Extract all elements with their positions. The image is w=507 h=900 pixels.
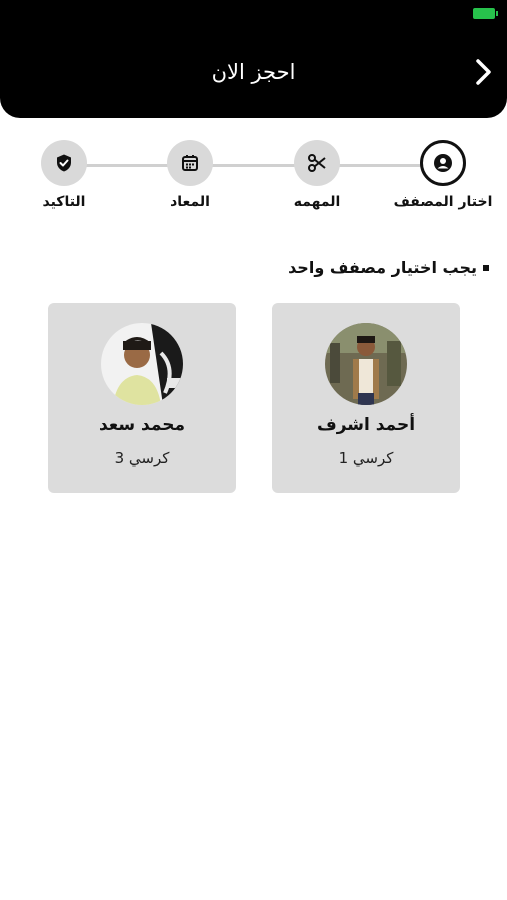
step-appointment[interactable]: المعاد <box>140 140 240 210</box>
barber-card[interactable]: محمد سعد كرسي 3 <box>48 303 236 493</box>
step-choose-barber[interactable]: اختار المصفف <box>393 140 493 210</box>
step-confirm[interactable]: التاكيد <box>14 140 114 210</box>
person-icon <box>434 154 452 172</box>
page-title: احجز الان <box>211 60 296 84</box>
step-circle <box>167 140 213 186</box>
step-label: التاكيد <box>42 194 86 210</box>
barber-card[interactable]: أحمد اشرف كرسي 1 <box>272 303 460 493</box>
barber-photo <box>325 323 407 405</box>
step-circle <box>420 140 466 186</box>
app-header: احجز الان <box>0 0 507 118</box>
step-label: اختار المصفف <box>393 194 493 210</box>
battery-icon <box>473 8 498 19</box>
step-circle <box>294 140 340 186</box>
step-circle <box>41 140 87 186</box>
barber-seat: كرسي 1 <box>338 449 394 467</box>
chevron-right-icon <box>476 59 491 85</box>
step-label: المهمه <box>293 194 341 210</box>
avatar <box>101 323 183 405</box>
stepper-line <box>64 164 444 167</box>
calendar-icon <box>182 155 198 171</box>
avatar <box>325 323 407 405</box>
scissors-icon <box>308 154 326 172</box>
barber-photo <box>101 323 183 405</box>
bullet-icon <box>483 264 489 271</box>
barber-name: محمد سعد <box>98 415 186 435</box>
barber-selection-note: يجب اختيار مصفف واحد <box>288 258 489 277</box>
step-service[interactable]: المهمه <box>267 140 367 210</box>
barber-seat: كرسي 3 <box>114 449 170 467</box>
step-label: المعاد <box>170 194 210 210</box>
note-text: يجب اختيار مصفف واحد <box>288 258 477 277</box>
barber-name: أحمد اشرف <box>316 415 416 435</box>
booking-stepper: اختار المصفف المهمه المعاد التاكيد <box>0 140 507 220</box>
shield-check-icon <box>57 154 71 172</box>
back-button[interactable] <box>469 52 499 92</box>
